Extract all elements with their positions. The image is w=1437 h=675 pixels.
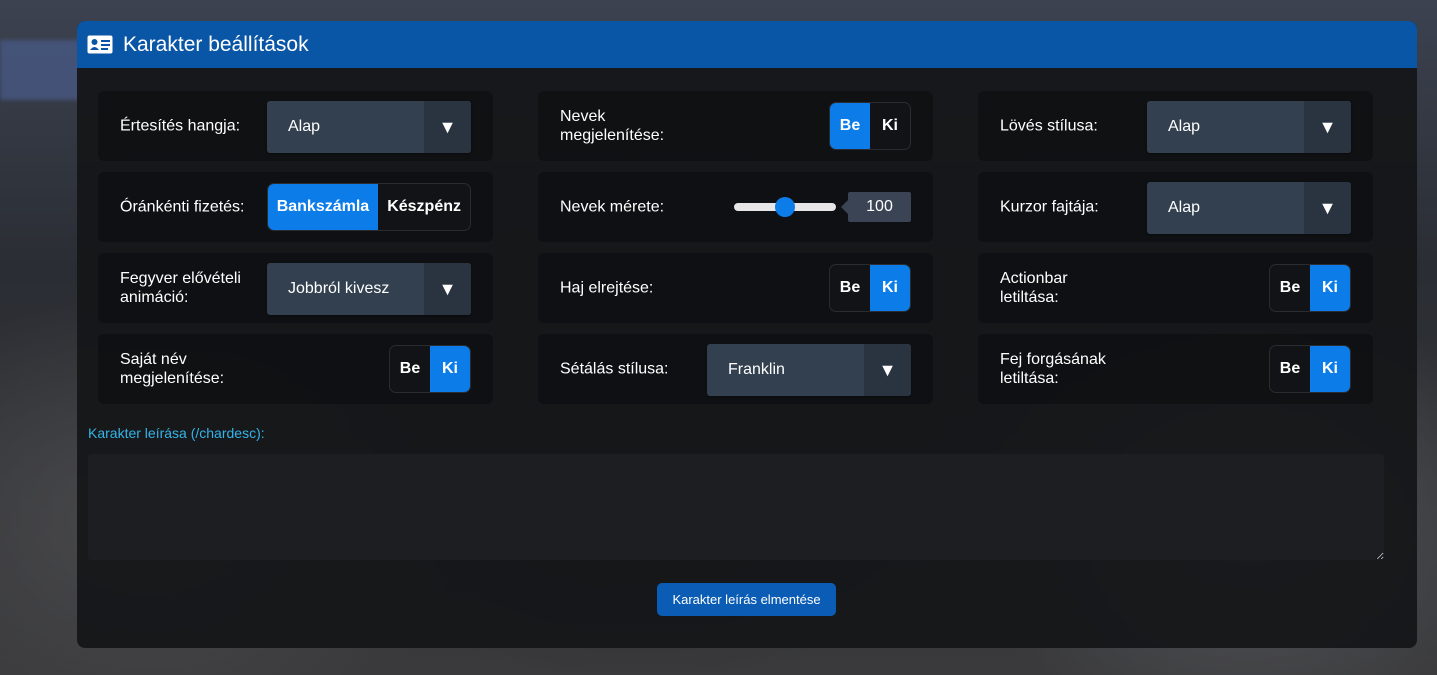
setting-cursor-type: Kurzor fajtája: Alap ▼ xyxy=(978,172,1373,242)
own-name-display-option-be[interactable]: Be xyxy=(390,346,430,392)
own-name-display-option-ki[interactable]: Ki xyxy=(430,346,470,392)
disable-actionbar-option-ki[interactable]: Ki xyxy=(1310,265,1350,311)
setting-names-size: Nevek mérete: 100 xyxy=(538,172,933,242)
weapon-draw-animation-select-value: Jobbról kivesz xyxy=(288,280,390,297)
walking-style-label: Sétálás stílusa: xyxy=(560,360,669,378)
own-name-display-label: Saját név megjelenítése: xyxy=(120,351,225,387)
disable-actionbar-toggle: Be Ki xyxy=(1269,264,1351,312)
id-card-icon xyxy=(87,35,113,54)
hide-hair-option-ki[interactable]: Ki xyxy=(870,265,910,311)
triangle-down-icon[interactable]: ▼ xyxy=(1304,182,1351,234)
panel-header: Karakter beállítások xyxy=(77,21,1417,68)
description-textarea[interactable] xyxy=(88,454,1384,560)
disable-head-rotation-option-ki[interactable]: Ki xyxy=(1310,346,1350,392)
names-display-option-ki[interactable]: Ki xyxy=(870,103,910,149)
character-settings-panel: Karakter beállítások Értesítés hangja: Al… xyxy=(77,21,1417,648)
names-size-value: 100 xyxy=(841,192,911,222)
setting-names-display: Nevek megjelenítése: Be Ki xyxy=(538,91,933,161)
setting-notification-sound: Értesítés hangja: Alap ▼ xyxy=(98,91,493,161)
triangle-down-icon[interactable]: ▼ xyxy=(1304,101,1351,153)
notification-sound-label: Értesítés hangja: xyxy=(120,117,241,135)
setting-shooting-style: Lövés stílusa: Alap ▼ xyxy=(978,91,1373,161)
hourly-payment-option-bankszámla[interactable]: Bankszámla xyxy=(267,184,379,230)
page-title: Karakter beállítások xyxy=(123,32,309,56)
triangle-down-icon[interactable]: ▼ xyxy=(424,263,471,315)
hide-hair-label: Haj elrejtése: xyxy=(560,279,654,297)
description-label: Karakter leírása (/chardesc): xyxy=(88,425,265,441)
hourly-payment-option-készpénz[interactable]: Készpénz xyxy=(378,184,470,230)
setting-hourly-payment: Óránkénti fizetés: Bankszámla Készpénz xyxy=(98,172,493,242)
hide-hair-toggle: Be Ki xyxy=(829,264,911,312)
disable-actionbar-label: Actionbar letiltása: xyxy=(1000,270,1068,306)
setting-disable-actionbar: Actionbar letiltása: Be Ki xyxy=(978,253,1373,323)
names-display-label: Nevek megjelenítése: xyxy=(560,108,665,144)
names-size-slider[interactable] xyxy=(734,197,836,217)
hide-hair-option-be[interactable]: Be xyxy=(830,265,870,311)
setting-hide-hair: Haj elrejtése: Be Ki xyxy=(538,253,933,323)
walking-style-select[interactable]: Franklin ▼ xyxy=(707,344,911,396)
disable-head-rotation-option-be[interactable]: Be xyxy=(1270,346,1310,392)
walking-style-select-value: Franklin xyxy=(728,361,785,378)
hourly-payment-label: Óránkénti fizetés: xyxy=(120,198,245,216)
notification-sound-select-value: Alap xyxy=(288,118,321,135)
shooting-style-label: Lövés stílusa: xyxy=(1000,117,1098,135)
disable-head-rotation-toggle: Be Ki xyxy=(1269,345,1351,393)
disable-actionbar-option-be[interactable]: Be xyxy=(1270,265,1310,311)
setting-disable-head-rotation: Fej forgásának letiltása: Be Ki xyxy=(978,334,1373,404)
names-size-label: Nevek mérete: xyxy=(560,198,665,216)
weapon-draw-animation-label: Fegyver elővételi animáció: xyxy=(120,270,241,306)
cursor-type-select[interactable]: Alap ▼ xyxy=(1147,182,1351,234)
notification-sound-select[interactable]: Alap ▼ xyxy=(267,101,471,153)
shooting-style-select-value: Alap xyxy=(1168,118,1201,135)
own-name-display-toggle: Be Ki xyxy=(389,345,471,393)
slider-knob[interactable] xyxy=(775,197,795,217)
disable-head-rotation-label: Fej forgásának letiltása: xyxy=(1000,351,1106,387)
hourly-payment-toggle: Bankszámla Készpénz xyxy=(266,183,471,231)
weapon-draw-animation-select[interactable]: Jobbról kivesz ▼ xyxy=(267,263,471,315)
setting-own-name-display: Saját név megjelenítése: Be Ki xyxy=(98,334,493,404)
save-description-button[interactable]: Karakter leírás elmentése xyxy=(657,583,836,616)
names-size-slider-group: 100 xyxy=(734,192,911,222)
names-display-toggle: Be Ki xyxy=(829,102,911,150)
names-display-option-be[interactable]: Be xyxy=(830,103,870,149)
setting-walking-style: Sétálás stílusa: Franklin ▼ xyxy=(538,334,933,404)
setting-weapon-draw-animation: Fegyver elővételi animáció: Jobbról kives… xyxy=(98,253,493,323)
cursor-type-label: Kurzor fajtája: xyxy=(1000,198,1099,216)
cursor-type-select-value: Alap xyxy=(1168,199,1201,216)
shooting-style-select[interactable]: Alap ▼ xyxy=(1147,101,1351,153)
triangle-down-icon[interactable]: ▼ xyxy=(864,344,911,396)
background-glow xyxy=(0,40,80,100)
triangle-down-icon[interactable]: ▼ xyxy=(424,101,471,153)
